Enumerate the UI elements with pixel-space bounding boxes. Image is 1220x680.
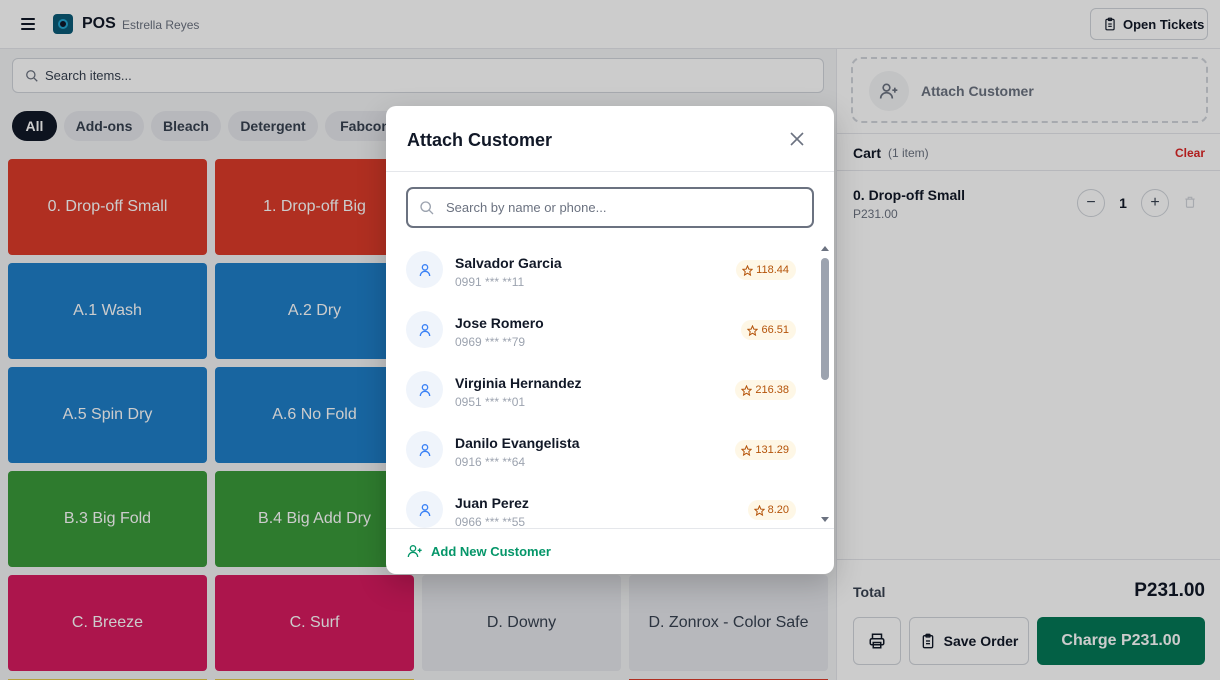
customer-row[interactable]: Virginia Hernandez 0951 *** **01 216.38 [386,360,816,420]
customer-list-scrollbar[interactable] [819,246,829,522]
modal-title: Attach Customer [407,130,553,150]
points-badge: 8.20 [747,500,796,520]
customer-phone: 0966 *** **55 [455,515,526,528]
user-icon [406,251,443,288]
customer-search-input[interactable] [446,189,806,226]
search-icon [420,201,434,215]
attach-customer-modal: Attach Customer Salvador Garcia 0991 ***… [386,106,834,574]
points-value: 216.38 [755,384,789,396]
user-icon [406,431,443,468]
customer-row[interactable]: Danilo Evangelista 0916 *** **64 131.29 [386,420,816,480]
add-new-customer-label: Add New Customer [431,543,551,559]
user-icon [406,491,443,528]
points-value: 118.44 [756,264,789,276]
points-badge: 118.44 [736,260,796,280]
customer-list: Salvador Garcia 0991 *** **11 118.44 Jos… [386,240,834,528]
star-icon [753,504,765,516]
customer-name: Virginia Hernandez [455,375,582,391]
points-badge: 66.51 [741,320,796,340]
points-value: 8.20 [767,504,789,516]
customer-name: Jose Romero [455,315,544,331]
customer-name: Salvador Garcia [455,255,562,271]
customer-row[interactable]: Jose Romero 0969 *** **79 66.51 [386,300,816,360]
star-icon [747,324,759,336]
customer-name: Juan Perez [455,495,529,511]
customer-phone: 0969 *** **79 [455,335,526,349]
customer-row[interactable]: Salvador Garcia 0991 *** **11 118.44 [386,240,816,300]
modal-header: Attach Customer [386,106,834,172]
user-icon [406,311,443,348]
star-icon [741,444,753,456]
customer-phone: 0916 *** **64 [455,455,526,469]
customer-name: Danilo Evangelista [455,435,580,451]
modal-footer: Add New Customer [386,528,834,574]
user-plus-icon [407,545,422,558]
customer-phone: 0951 *** **01 [455,395,526,409]
close-icon[interactable] [789,131,805,147]
points-badge: 216.38 [735,380,796,400]
scroll-thumb[interactable] [821,258,829,380]
scroll-down-icon[interactable] [821,517,829,522]
star-icon [742,264,754,276]
scroll-up-icon[interactable] [821,246,829,251]
points-value: 131.29 [755,444,789,456]
points-value: 66.51 [761,324,789,336]
customer-phone: 0991 *** **11 [455,275,525,289]
customer-search [406,187,814,228]
customer-row[interactable]: Juan Perez 0966 *** **55 8.20 [386,480,816,528]
user-icon [406,371,443,408]
points-badge: 131.29 [735,440,796,460]
add-new-customer-button[interactable]: Add New Customer [407,543,551,559]
star-icon [741,384,753,396]
